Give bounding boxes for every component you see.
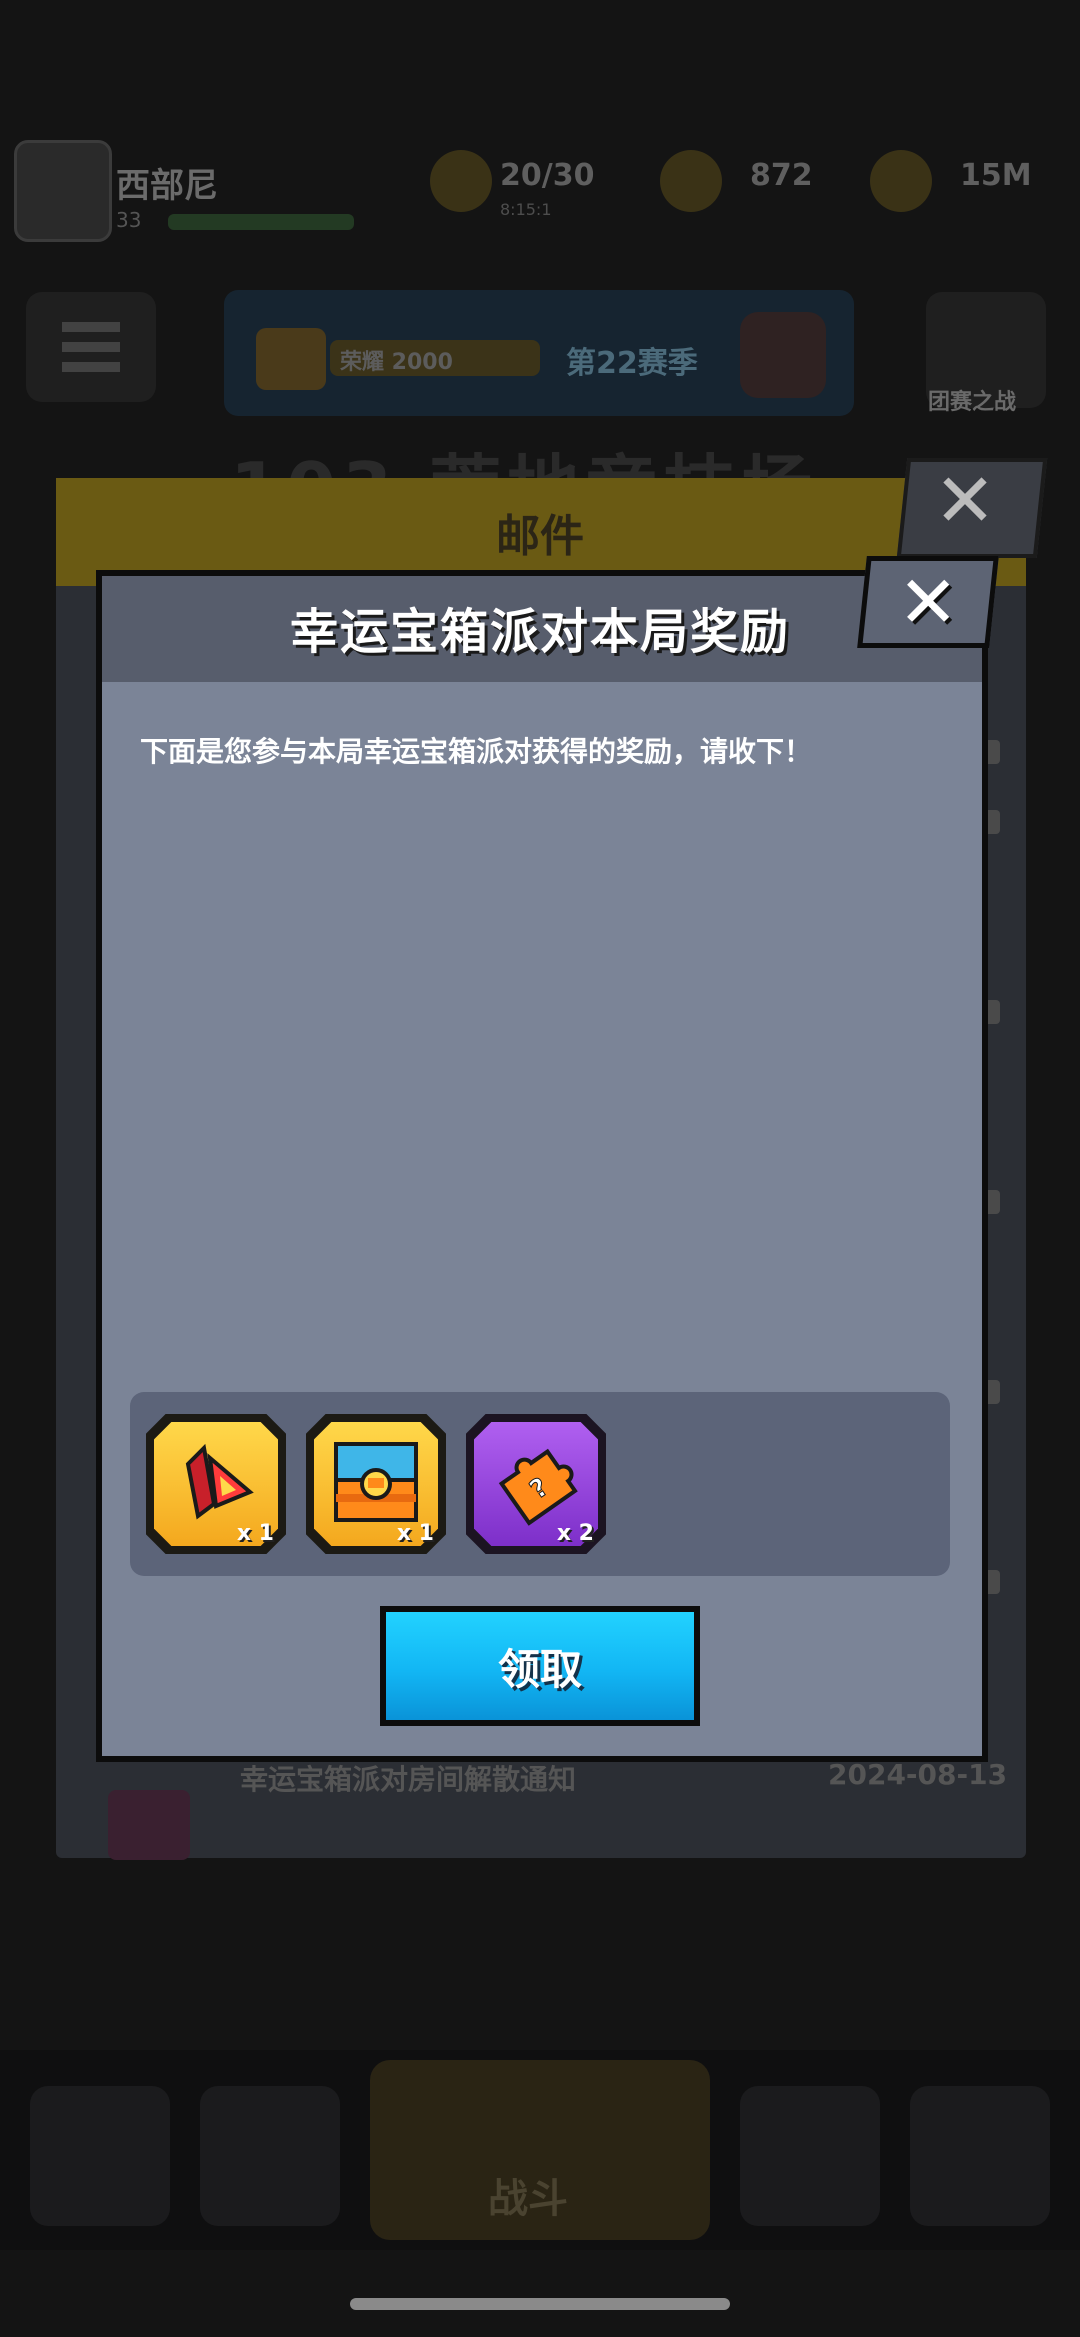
reward-quantity: x 1 bbox=[396, 1521, 434, 1546]
trophy-value: 20/30 bbox=[500, 158, 595, 193]
nav-events-tile bbox=[910, 2086, 1050, 2226]
treasure-chest-icon bbox=[334, 1442, 418, 1522]
trophy-icon bbox=[430, 150, 492, 212]
season-progress-label: 荣耀 2000 bbox=[340, 350, 453, 375]
dialog-message: 下面是您参与本局幸运宝箱派对获得的奖励，请收下！ bbox=[140, 735, 813, 768]
puzzle-piece-icon: ? bbox=[498, 1448, 578, 1526]
nav-club-tile bbox=[740, 2086, 880, 2226]
close-icon: ✕ bbox=[897, 560, 959, 644]
gem-value: 872 bbox=[750, 158, 813, 193]
mail-gift-icon bbox=[108, 1790, 190, 1860]
nav-battle-label: 战斗 bbox=[488, 2176, 568, 2222]
mail-row-subject: 幸运宝箱派对房间解散通知 bbox=[240, 1763, 577, 1796]
gem-icon bbox=[660, 150, 722, 212]
dialog-close-button[interactable]: ✕ bbox=[857, 556, 999, 648]
trophy-timer: 8:15:1 bbox=[500, 200, 552, 219]
mail-close-icon: ✕ bbox=[934, 458, 997, 544]
coin-value: 15M bbox=[960, 158, 1032, 193]
coin-icon bbox=[870, 150, 932, 212]
guild-label: 团赛之战 bbox=[928, 390, 1017, 415]
claim-button[interactable]: 领取 bbox=[380, 1606, 700, 1726]
player-avatar bbox=[14, 140, 112, 242]
nav-heroes-tile bbox=[200, 2086, 340, 2226]
reward-item[interactable]: ? x 2 bbox=[466, 1414, 606, 1554]
reward-item[interactable]: x 1 bbox=[306, 1414, 446, 1554]
player-level: 33 bbox=[116, 208, 142, 232]
reward-item[interactable]: x 1 bbox=[146, 1414, 286, 1554]
home-indicator[interactable] bbox=[350, 2298, 730, 2310]
season-progress: 荣耀 2000 bbox=[330, 340, 540, 376]
claim-button-label: 领取 bbox=[497, 1645, 582, 1694]
menu-icon bbox=[62, 322, 120, 372]
season-rank-badge bbox=[256, 328, 326, 390]
reward-quantity: x 2 bbox=[556, 1521, 594, 1546]
reward-quantity: x 1 bbox=[236, 1521, 274, 1546]
season-label: 第22赛季 bbox=[566, 346, 698, 381]
nav-shop-tile bbox=[30, 2086, 170, 2226]
red-triangle-gadget-icon bbox=[185, 1443, 254, 1520]
player-xp-bar bbox=[168, 214, 354, 230]
mail-row-date: 2024-08-13 bbox=[828, 1758, 1008, 1791]
player-name: 西部尼 bbox=[116, 166, 218, 206]
season-emblem-icon bbox=[740, 312, 826, 398]
